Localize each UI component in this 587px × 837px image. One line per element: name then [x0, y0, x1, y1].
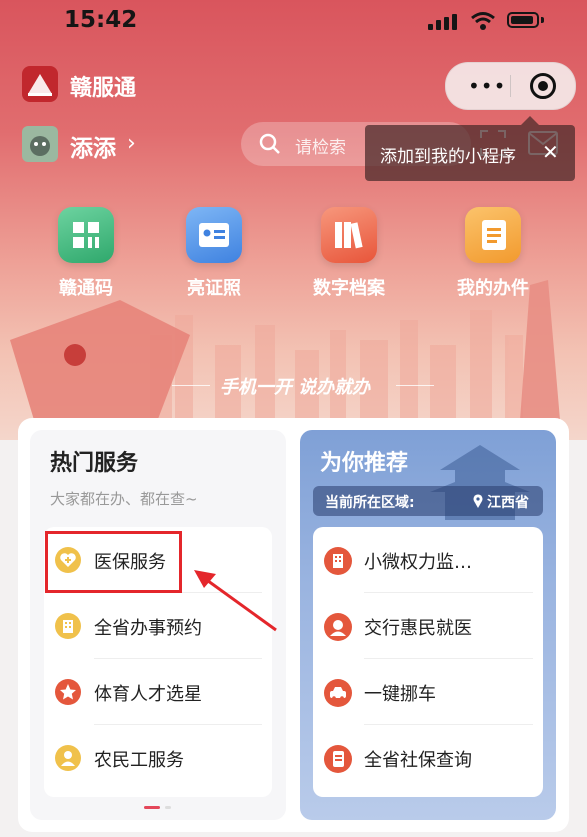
document-icon	[465, 207, 521, 263]
wifi-icon	[471, 12, 495, 30]
list-item-label: 小微权力监…	[364, 552, 472, 573]
search-icon	[259, 133, 280, 154]
recommend-small-power-supervision[interactable]: 小微权力监…	[313, 527, 543, 593]
miniprogram-capsule: •••	[445, 62, 576, 110]
list-item-label: 全省社保查询	[364, 750, 472, 771]
avatar[interactable]	[22, 126, 58, 162]
quick-action-label: 赣通码	[59, 278, 113, 299]
region-selector[interactable]: 当前所在区域: 江西省	[313, 486, 543, 516]
user-name[interactable]: 添添	[70, 129, 116, 163]
id-card-icon	[186, 207, 242, 263]
star-icon	[55, 679, 81, 705]
recommend-social-security-query[interactable]: 全省社保查询	[313, 725, 543, 791]
document-icon	[324, 745, 352, 773]
qr-grid-icon	[58, 207, 114, 263]
region-label: 当前所在区域:	[325, 495, 415, 511]
list-item-label: 体育人才选星	[94, 684, 202, 705]
list-item-label: 农民工服务	[94, 750, 184, 771]
page-dot	[165, 806, 171, 809]
recommend-move-car[interactable]: 一键挪车	[313, 659, 543, 725]
banner-slogan: 手机一开 说办就办	[219, 377, 371, 398]
building-icon	[324, 547, 352, 575]
highlight-box	[45, 531, 182, 593]
capsule-divider	[510, 75, 511, 97]
hot-service-sports-talent[interactable]: 体育人才选星	[44, 659, 272, 725]
quick-action-label: 亮证照	[187, 278, 241, 299]
close-miniprogram-button[interactable]	[530, 73, 556, 99]
chevron-right-icon[interactable]: ›	[127, 131, 136, 156]
add-to-my-miniprogram-tooltip: 添加到我的小程序 ✕	[365, 116, 575, 181]
worker-icon	[55, 745, 81, 771]
search-placeholder: 请检索	[295, 138, 346, 158]
battery-tip	[541, 17, 544, 23]
clock: 15:42	[64, 7, 138, 33]
tooltip-close-button[interactable]: ✕	[542, 140, 559, 164]
page-dot-active	[144, 806, 160, 809]
more-options-button[interactable]: •••	[468, 76, 506, 96]
app-logo	[22, 66, 58, 102]
hot-service-migrant-worker[interactable]: 农民工服务	[44, 725, 272, 791]
list-item-label: 一键挪车	[364, 684, 436, 705]
car-icon	[324, 679, 352, 707]
archive-books-icon	[321, 207, 377, 263]
tooltip-text: 添加到我的小程序	[380, 147, 516, 167]
doctor-icon	[324, 613, 352, 641]
quick-action-my-cases[interactable]: 我的办件	[428, 207, 558, 307]
app-name: 赣服通	[70, 76, 137, 101]
building-icon	[55, 613, 81, 639]
recommend-title: 为你推荐	[320, 451, 409, 476]
recommend-list: 小微权力监… 交行惠民就医 一键挪车 全省社保查询	[313, 527, 543, 797]
signal-icon	[428, 14, 457, 30]
list-item-label: 全省办事预约	[94, 618, 202, 639]
region-value: 江西省	[487, 495, 529, 511]
quick-action-gantongma[interactable]: 赣通码	[21, 207, 151, 307]
red-arrow-annotation	[194, 570, 277, 632]
quick-action-label: 数字档案	[313, 278, 385, 299]
status-bar: 15:42	[0, 0, 587, 44]
battery-icon	[507, 12, 539, 28]
quick-action-label: 我的办件	[457, 278, 529, 299]
list-item-label: 交行惠民就医	[364, 618, 472, 639]
hot-services-title: 热门服务	[50, 451, 139, 476]
quick-action-digital-archive[interactable]: 数字档案	[284, 207, 414, 307]
quick-action-liangzhengzhao[interactable]: 亮证照	[149, 207, 279, 307]
recommend-bocom-medical[interactable]: 交行惠民就医	[313, 593, 543, 659]
hot-services-subtitle: 大家都在办、都在查~	[50, 490, 198, 508]
location-pin-icon	[473, 494, 483, 508]
